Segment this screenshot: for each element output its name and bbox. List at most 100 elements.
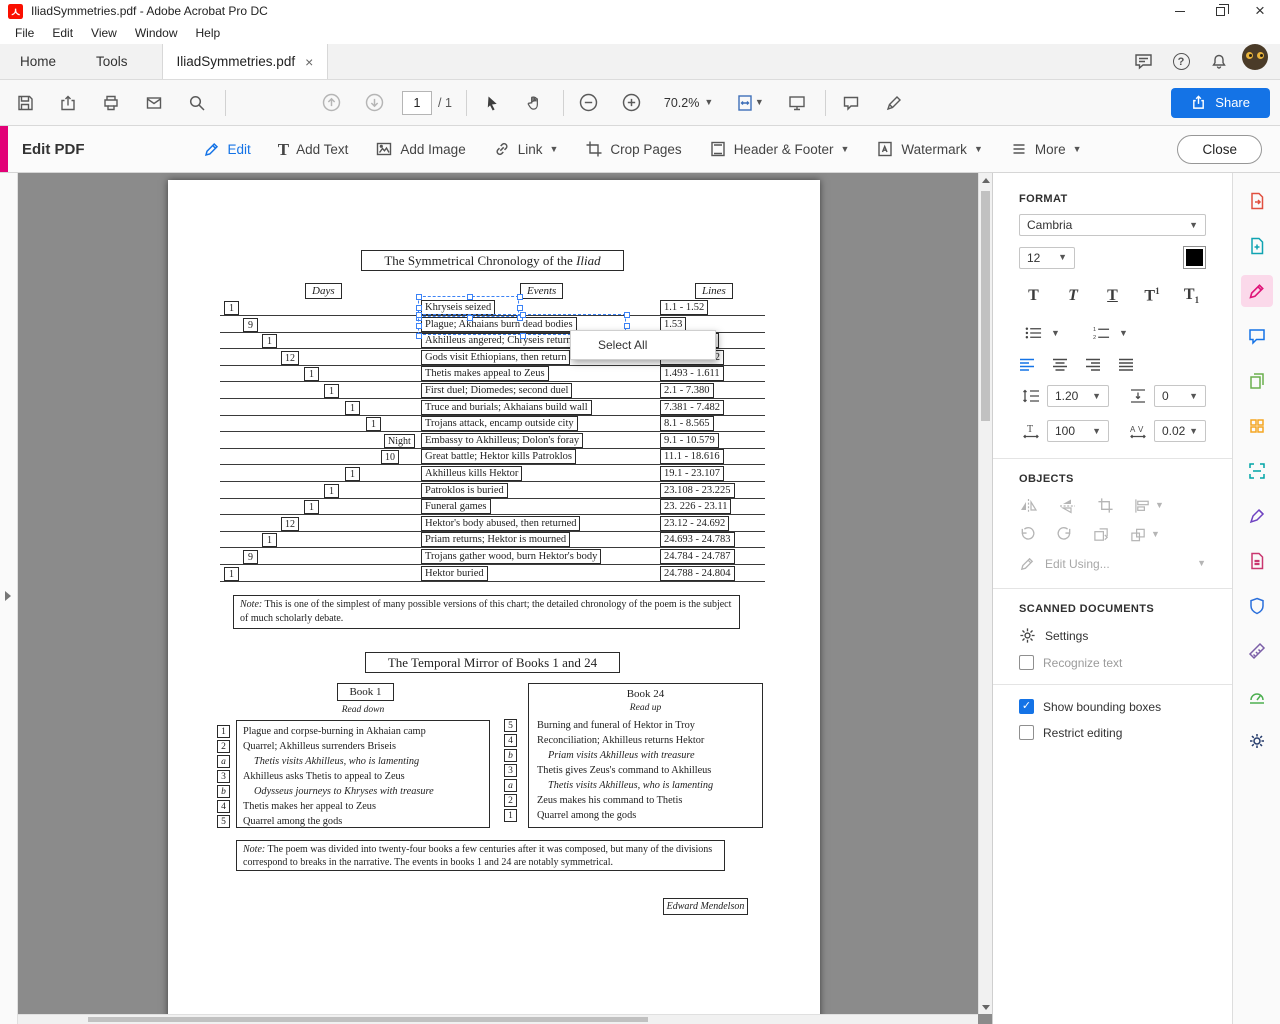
edit-tool-button[interactable]: Edit [203, 140, 251, 158]
optimize-pdf-icon[interactable] [1241, 680, 1273, 712]
expand-panel-icon[interactable] [5, 591, 11, 601]
watermark-dropdown[interactable]: Watermark ▼ [876, 140, 982, 158]
selection-handle[interactable] [467, 294, 473, 300]
book-row[interactable]: 1Plague and corpse-burning in Akhaian ca… [237, 724, 489, 739]
menu-window[interactable]: Window [126, 24, 187, 42]
selection-handle[interactable] [517, 305, 523, 311]
event-cell[interactable]: Trojans gather wood, burn Hektor's body [421, 549, 601, 564]
scroll-up-icon[interactable] [979, 173, 992, 187]
restrict-editing-checkbox[interactable] [1019, 725, 1034, 740]
selection-handle[interactable] [520, 312, 526, 318]
combine-files-icon[interactable] [1241, 365, 1273, 397]
book-row[interactable]: bOdysseus journeys to Khryses with treas… [237, 784, 489, 799]
day-cell[interactable]: 1 [345, 401, 360, 415]
event-cell[interactable]: Akhilleus angered; Chryseis returned [421, 333, 586, 348]
menu-file[interactable]: File [6, 24, 43, 42]
lines-cell[interactable]: 24.693 - 24.783 [660, 532, 735, 547]
horizontal-scrollbar[interactable] [18, 1014, 978, 1024]
lines-cell[interactable]: 23. 226 - 23.11 [660, 499, 731, 514]
lines-cell[interactable]: 1.1 - 1.52 [660, 300, 708, 315]
day-cell[interactable]: 12 [281, 517, 299, 531]
context-menu-select-all[interactable]: Select All [571, 334, 715, 356]
comment-tool-icon[interactable] [1241, 320, 1273, 352]
lines-cell[interactable]: 24.784 - 24.787 [660, 549, 735, 564]
book-row[interactable]: 3Akhilleus asks Thetis to appeal to Zeus [237, 769, 489, 784]
event-cell[interactable]: Gods visit Ethiopians, then return [421, 350, 570, 365]
scroll-down-icon[interactable] [979, 1000, 992, 1014]
day-cell[interactable]: 1 [324, 484, 339, 498]
lines-cell[interactable]: 23.12 - 24.692 [660, 516, 729, 531]
book-row[interactable]: 2Quarrel; Akhilleus surrenders Briseis [237, 739, 489, 754]
tab-document[interactable]: IliadSymmetries.pdf × [162, 44, 329, 79]
vertical-scrollbar[interactable] [978, 173, 992, 1014]
character-spacing-dropdown[interactable]: 0.02 ▼ [1154, 420, 1206, 442]
numbered-list-dropdown[interactable]: 12 ▼ [1087, 320, 1131, 346]
book-row[interactable]: 4Thetis makes her appeal to Zeus [237, 799, 489, 814]
book-row[interactable]: 5Burning and funeral of Hektor in Troy [529, 718, 762, 733]
edit-using-dropdown[interactable]: Edit Using... ▼ [1019, 555, 1206, 572]
book-row[interactable]: aThetis visits Akhilleus, who is lamenti… [237, 754, 489, 769]
export-pdf-icon[interactable] [1241, 185, 1273, 217]
menu-view[interactable]: View [82, 24, 126, 42]
rotate-right-icon[interactable] [1056, 526, 1073, 543]
event-cell[interactable]: Thetis makes appeal to Zeus [421, 366, 549, 381]
show-bounding-row[interactable]: ✓ Show bounding boxes [1019, 699, 1206, 714]
horizontal-scale-dropdown[interactable]: 100 ▼ [1047, 420, 1109, 442]
previous-page-icon[interactable] [316, 88, 346, 118]
notifications-comment-icon[interactable] [1124, 44, 1162, 79]
page-number-input[interactable]: 1 [402, 91, 432, 115]
day-cell[interactable]: 1 [304, 367, 319, 381]
day-cell[interactable]: 1 [262, 334, 277, 348]
chronology-note[interactable]: Note: This is one of the simplest of man… [233, 595, 740, 629]
crop-pages-button[interactable]: Crop Pages [585, 140, 681, 158]
redact-icon[interactable] [1241, 545, 1273, 577]
selection-handle[interactable] [416, 333, 422, 339]
selection-handle[interactable] [624, 323, 630, 329]
font-size-dropdown[interactable]: 12 ▼ [1019, 247, 1075, 269]
lines-cell[interactable]: 2.1 - 7.380 [660, 383, 714, 398]
font-color-swatch[interactable] [1183, 246, 1206, 269]
save-icon[interactable] [10, 88, 40, 118]
lines-cell[interactable]: 9.1 - 10.579 [660, 433, 719, 448]
rotate-left-icon[interactable] [1019, 526, 1036, 543]
flip-vertical-icon[interactable] [1058, 498, 1077, 514]
bold-button[interactable]: T [1019, 283, 1048, 309]
print-icon[interactable] [96, 88, 126, 118]
event-cell[interactable]: Akhilleus kills Hektor [421, 466, 522, 481]
lines-cell[interactable]: 8.1 - 8.565 [660, 416, 714, 431]
event-cell[interactable]: First duel; Diomedes; second duel [421, 383, 572, 398]
share-button[interactable]: Share [1171, 88, 1270, 118]
book-row[interactable]: 5Quarrel among the gods [237, 814, 489, 829]
event-cell[interactable]: Embassy to Akhilleus; Dolon's foray [421, 433, 583, 448]
day-cell[interactable]: 1 [224, 567, 239, 581]
recognize-text-checkbox[interactable] [1019, 655, 1034, 670]
line-spacing-dropdown[interactable]: 1.20 ▼ [1047, 385, 1109, 407]
selection-handle[interactable] [416, 312, 422, 318]
avatar[interactable] [1242, 44, 1268, 70]
lines-cell[interactable]: 24.788 - 24.804 [660, 566, 735, 581]
italic-button[interactable]: T [1059, 283, 1088, 309]
highlighter-icon[interactable] [879, 88, 909, 118]
lines-cell[interactable]: 1.493 - 1.611 [660, 366, 724, 381]
mirror-note[interactable]: Note: The poem was divided into twenty-f… [236, 840, 725, 871]
selection-handle[interactable] [520, 333, 526, 339]
scan-settings-button[interactable]: Settings [1019, 627, 1206, 644]
menu-edit[interactable]: Edit [43, 24, 82, 42]
minimize-button[interactable] [1160, 0, 1200, 22]
day-cell[interactable]: 1 [304, 500, 319, 514]
measure-icon[interactable] [1241, 635, 1273, 667]
comment-icon[interactable] [836, 88, 866, 118]
book-row[interactable]: 4Reconciliation; Akhilleus returns Hekto… [529, 733, 762, 748]
event-cell[interactable]: Trojans attack, encamp outside city [421, 416, 578, 431]
select-tool-icon[interactable] [477, 88, 507, 118]
link-dropdown[interactable]: Link ▼ [493, 140, 559, 158]
crop-object-icon[interactable] [1097, 497, 1114, 514]
enhance-scans-icon[interactable] [1241, 455, 1273, 487]
bullet-list-dropdown[interactable]: ▼ [1019, 320, 1063, 346]
day-cell[interactable]: Night [384, 434, 415, 448]
book-row[interactable]: 1Quarrel among the gods [529, 808, 762, 823]
day-cell[interactable]: 1 [324, 384, 339, 398]
day-cell[interactable]: 10 [381, 450, 399, 464]
protect-icon[interactable] [1241, 590, 1273, 622]
lines-cell[interactable]: 7.381 - 7.482 [660, 400, 724, 415]
